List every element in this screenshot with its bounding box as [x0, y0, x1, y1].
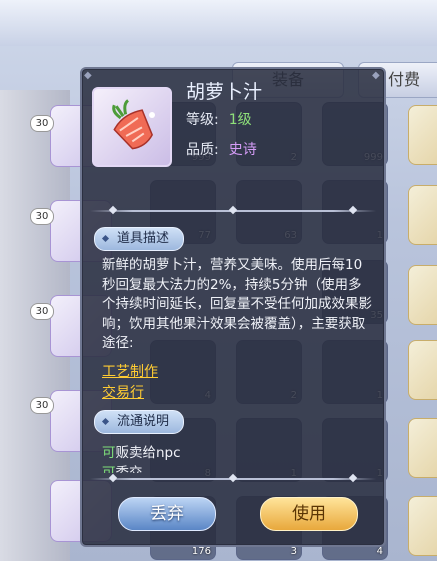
right-slot[interactable]	[408, 265, 437, 325]
quality-label: 品质:	[186, 142, 219, 158]
slot-level-badge: 30	[30, 115, 54, 132]
level-value: 1级	[228, 112, 252, 128]
slot-level-badge: 30	[30, 208, 54, 225]
slot-level-badge: 30	[30, 303, 54, 320]
item-tooltip-panel: ◆ ◆ 胡萝卜汁 等级: 1级 品质: 史诗 道具描述 新鲜的胡萝卜汁，营养又美味。…	[80, 67, 386, 547]
divider	[90, 473, 376, 483]
item-quality-row: 品质: 史诗	[186, 139, 257, 159]
divider	[90, 205, 376, 215]
discard-button[interactable]: 丢弃	[118, 497, 216, 531]
item-icon-frame	[92, 87, 172, 167]
right-slot[interactable]	[408, 496, 437, 556]
use-button[interactable]: 使用	[260, 497, 358, 531]
right-slot[interactable]	[408, 185, 437, 245]
item-description: 新鲜的胡萝卜汁，营养又美味。使用后每10秒回复最大法力的2%，持续5分钟（使用多…	[102, 257, 372, 351]
corner-ornament-icon: ◆	[84, 70, 92, 81]
slot-level-badge: 30	[30, 397, 54, 414]
right-slot[interactable]	[408, 418, 437, 478]
right-slot[interactable]	[408, 105, 437, 165]
circulation-line: 可委交	[102, 465, 143, 473]
carrot-juice-icon	[112, 99, 155, 150]
item-level-row: 等级: 1级	[186, 109, 252, 129]
corner-ornament-icon: ◆	[372, 70, 380, 81]
quality-value: 史诗	[228, 142, 257, 158]
top-bar	[0, 0, 437, 46]
level-label: 等级:	[186, 112, 219, 128]
circulation-section-title: 流通说明	[94, 410, 185, 434]
description-section-title: 道具描述	[94, 227, 185, 251]
right-slot[interactable]	[408, 340, 437, 400]
source-link-crafting[interactable]: 工艺制作	[102, 361, 158, 381]
source-link-auction[interactable]: 交易行	[102, 382, 144, 402]
circulation-line: 可贩卖给npc	[102, 445, 181, 461]
item-name: 胡萝卜汁	[186, 81, 263, 103]
